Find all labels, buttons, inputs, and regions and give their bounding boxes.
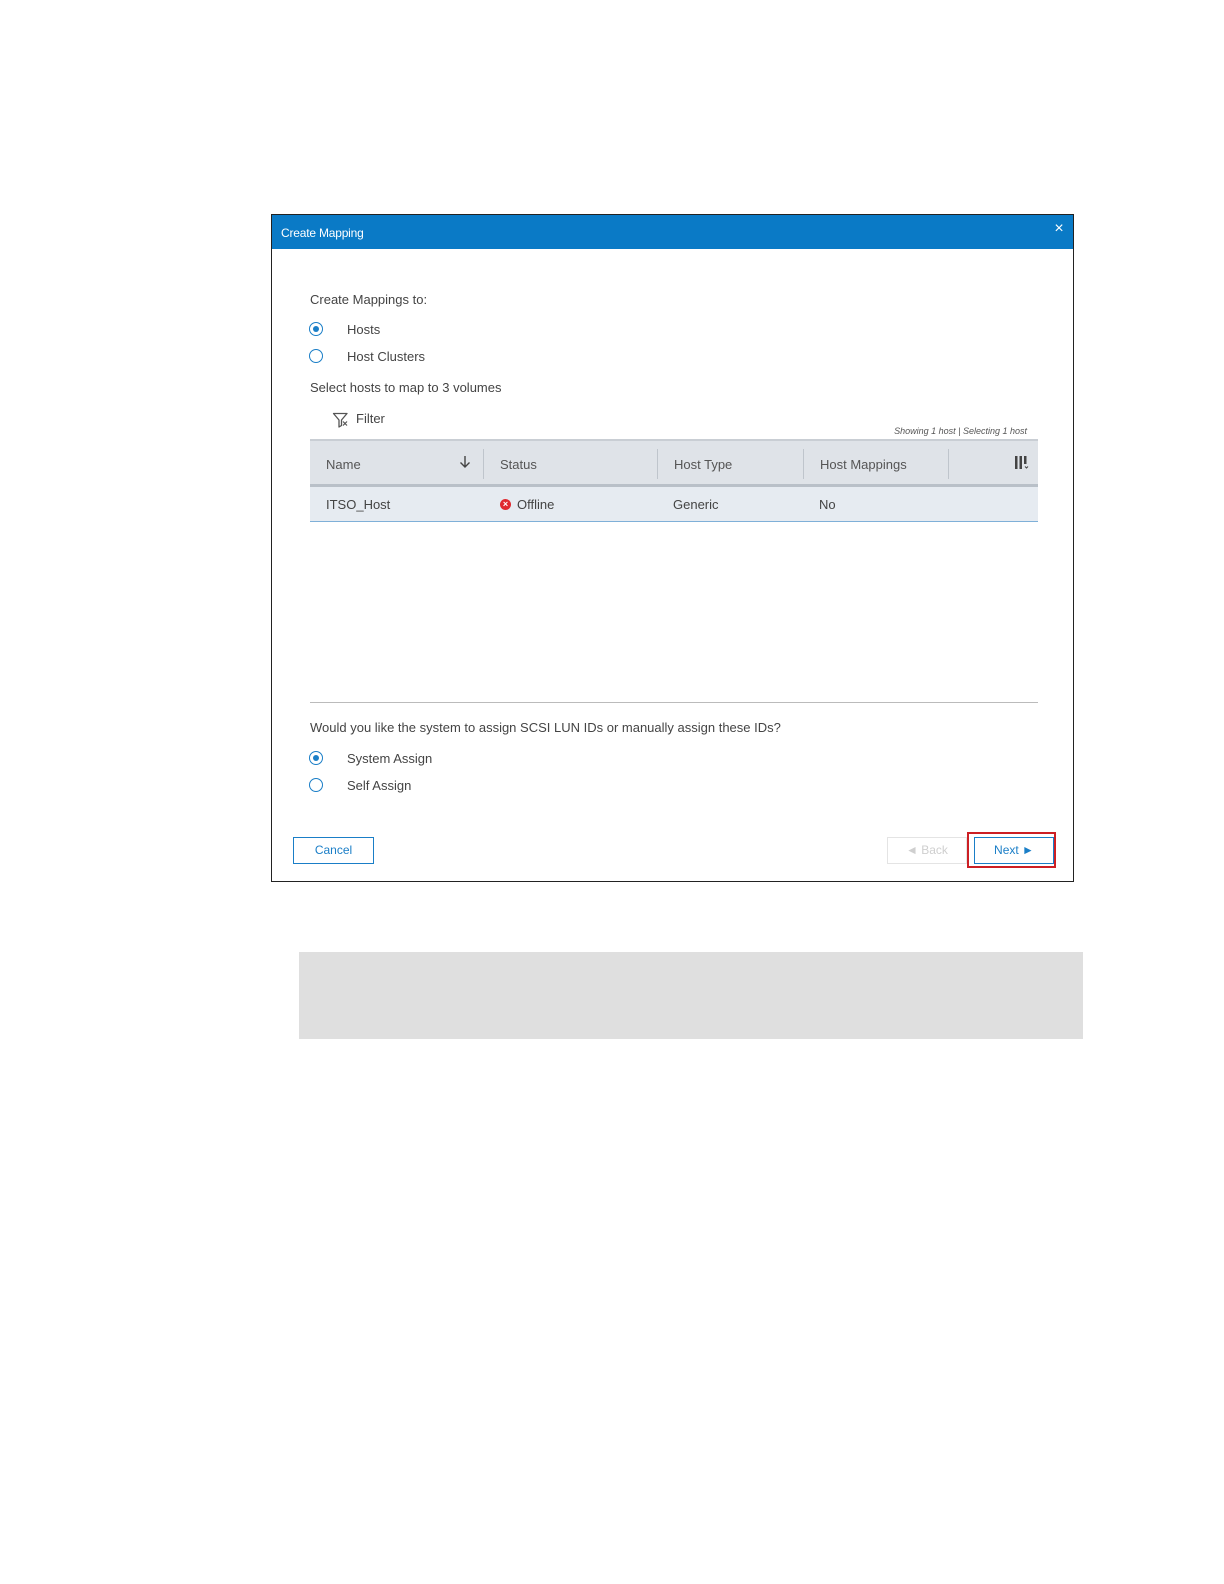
section-divider bbox=[310, 702, 1038, 703]
back-button[interactable]: ◄ Back bbox=[887, 837, 967, 864]
radio-label-host-clusters: Host Clusters bbox=[347, 349, 426, 364]
column-header-label: Host Type bbox=[674, 457, 733, 472]
select-hosts-prompt: Select hosts to map to 3 volumes bbox=[310, 380, 502, 395]
table-row[interactable]: ITSO_Host × Offline Generic No bbox=[310, 487, 1038, 522]
radio-button-host-clusters[interactable] bbox=[309, 349, 323, 363]
column-header-label: Host Mappings bbox=[820, 457, 907, 472]
filter-label: Filter bbox=[356, 411, 385, 426]
cell-host-type: Generic bbox=[673, 497, 719, 512]
radio-label-self-assign: Self Assign bbox=[347, 778, 412, 793]
column-header-host-type[interactable]: Host Type bbox=[658, 441, 803, 484]
radio-button-hosts[interactable] bbox=[309, 322, 323, 336]
radio-button-self-assign[interactable] bbox=[309, 778, 323, 792]
error-icon: × bbox=[500, 499, 511, 510]
cancel-button[interactable]: Cancel bbox=[293, 837, 374, 864]
create-mapping-dialog: Create Mapping × Create Mappings to: Hos… bbox=[271, 214, 1074, 882]
column-header-name[interactable]: Name bbox=[310, 441, 483, 484]
column-header-status[interactable]: Status bbox=[484, 441, 657, 484]
column-header-host-mappings[interactable]: Host Mappings bbox=[804, 441, 948, 484]
radio-label-hosts: Hosts bbox=[347, 322, 381, 337]
cell-host-mappings: No bbox=[819, 497, 836, 512]
next-button-highlight bbox=[967, 832, 1056, 868]
radio-button-system-assign[interactable] bbox=[309, 751, 323, 765]
radio-label-system-assign: System Assign bbox=[347, 751, 433, 766]
columns-icon[interactable] bbox=[1014, 455, 1032, 471]
table-header: Name Status Host Type Host Mappings bbox=[310, 439, 1038, 487]
note-box bbox=[299, 952, 1083, 1039]
arrow-down-icon[interactable] bbox=[458, 454, 472, 470]
column-divider bbox=[948, 449, 949, 479]
column-header-label: Status bbox=[500, 457, 537, 472]
close-icon[interactable]: × bbox=[1051, 220, 1067, 238]
hosts-table: Name Status Host Type Host Mappings ITSO… bbox=[310, 439, 1038, 522]
mapping-target-heading: Create Mappings to: bbox=[310, 292, 428, 307]
cell-status: Offline bbox=[517, 497, 555, 512]
selection-summary: Showing 1 host | Selecting 1 host bbox=[894, 426, 1027, 436]
column-header-label: Name bbox=[326, 457, 361, 472]
lun-assignment-question: Would you like the system to assign SCSI… bbox=[310, 720, 781, 735]
filter-icon bbox=[332, 412, 348, 428]
dialog-title-bar: Create Mapping × bbox=[272, 215, 1073, 249]
cell-name: ITSO_Host bbox=[326, 497, 391, 512]
dialog-title: Create Mapping bbox=[281, 226, 364, 240]
